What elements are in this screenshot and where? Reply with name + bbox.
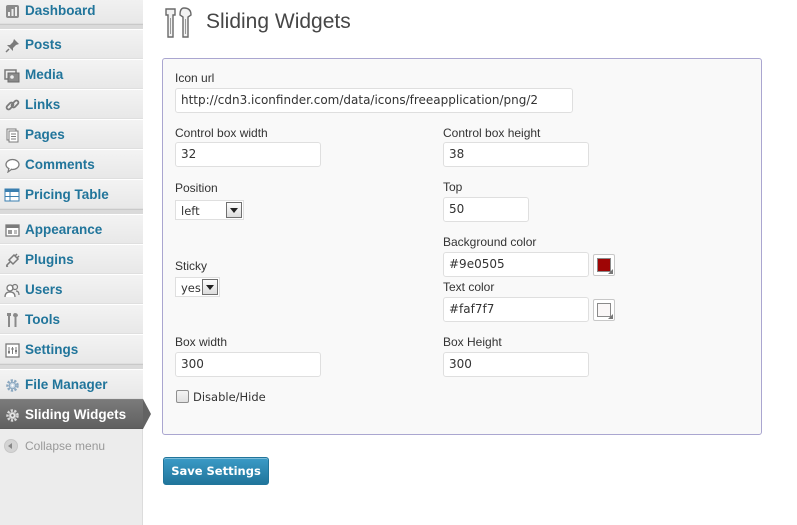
plug-icon bbox=[4, 252, 20, 268]
sidebar-item-pricing-table[interactable]: Pricing Table bbox=[0, 179, 143, 209]
users-icon bbox=[4, 282, 20, 298]
dashboard-icon bbox=[4, 3, 20, 19]
picker-corner-icon bbox=[608, 269, 613, 274]
box-height-input[interactable]: 300 bbox=[443, 352, 589, 377]
sidebar-item-users[interactable]: Users bbox=[0, 274, 143, 304]
sticky-select-value: yes bbox=[181, 281, 201, 295]
sidebar-item-label: Appearance bbox=[25, 222, 103, 237]
tools-icon bbox=[163, 6, 197, 40]
collapse-menu-button[interactable]: Collapse menu bbox=[0, 434, 143, 458]
sidebar-item-label: Settings bbox=[25, 342, 79, 357]
sidebar-item-label: Pages bbox=[25, 127, 65, 142]
control-box-width-label: Control box width bbox=[175, 126, 268, 140]
media-icon bbox=[4, 67, 20, 83]
admin-sidebar: Dashboard Posts Media Links Pages Commen… bbox=[0, 0, 151, 525]
save-settings-button[interactable]: Save Settings bbox=[163, 457, 269, 485]
disable-hide-checkbox[interactable] bbox=[176, 390, 189, 403]
sidebar-item-label: Users bbox=[25, 282, 63, 297]
top-label: Top bbox=[443, 180, 463, 194]
text-color-input[interactable]: #faf7f7 bbox=[443, 297, 589, 322]
sidebar-item-plugins[interactable]: Plugins bbox=[0, 244, 143, 274]
chevron-down-icon[interactable] bbox=[202, 279, 218, 295]
comment-bubble-icon bbox=[4, 157, 20, 173]
sidebar-item-label: Sliding Widgets bbox=[25, 407, 127, 422]
sidebar-item-label: Comments bbox=[25, 157, 95, 172]
sidebar-item-comments[interactable]: Comments bbox=[0, 149, 143, 179]
sticky-label: Sticky bbox=[175, 259, 208, 273]
position-select-value: left bbox=[181, 204, 200, 218]
sticky-select[interactable]: yes bbox=[175, 277, 220, 297]
sidebar-item-label: Pricing Table bbox=[25, 187, 109, 202]
background-color-picker[interactable] bbox=[593, 254, 615, 276]
text-color-picker[interactable] bbox=[593, 299, 615, 321]
table-icon bbox=[4, 187, 20, 203]
sidebar-item-links[interactable]: Links bbox=[0, 89, 143, 119]
box-width-input[interactable]: 300 bbox=[175, 352, 321, 377]
icon-url-label: Icon url bbox=[175, 71, 215, 85]
gear-icon bbox=[4, 377, 20, 393]
collapse-arrow-icon bbox=[4, 439, 18, 453]
sidebar-item-file-manager[interactable]: File Manager bbox=[0, 369, 143, 399]
settings-icon bbox=[4, 342, 20, 358]
background-color-input[interactable]: #9e0505 bbox=[443, 252, 589, 277]
sidebar-item-sliding-widgets[interactable]: Sliding Widgets bbox=[0, 399, 143, 429]
settings-panel: Icon url http://cdn3.iconfinder.com/data… bbox=[162, 58, 762, 435]
sidebar-item-appearance[interactable]: Appearance bbox=[0, 214, 143, 244]
sidebar-item-posts[interactable]: Posts bbox=[0, 29, 143, 59]
sidebar-item-tools[interactable]: Tools bbox=[0, 304, 143, 334]
sidebar-item-label: Links bbox=[25, 97, 61, 112]
control-box-height-label: Control box height bbox=[443, 126, 541, 140]
page-title: Sliding Widgets bbox=[206, 10, 351, 33]
sidebar-item-label: File Manager bbox=[25, 377, 108, 392]
background-color-label: Background color bbox=[443, 235, 537, 249]
link-icon bbox=[4, 97, 20, 113]
sidebar-item-label: Media bbox=[25, 67, 64, 82]
pushpin-icon bbox=[4, 37, 20, 53]
current-menu-pointer bbox=[143, 399, 151, 429]
control-box-height-input[interactable]: 38 bbox=[443, 142, 589, 167]
sidebar-item-pages[interactable]: Pages bbox=[0, 119, 143, 149]
sidebar-item-media[interactable]: Media bbox=[0, 59, 143, 89]
disable-hide-label: Disable/Hide bbox=[193, 390, 266, 404]
pages-icon bbox=[4, 127, 20, 143]
appearance-icon bbox=[4, 222, 20, 238]
box-height-label: Box Height bbox=[443, 335, 502, 349]
top-input[interactable]: 50 bbox=[443, 197, 529, 222]
box-width-label: Box width bbox=[175, 335, 228, 349]
sidebar-item-label: Dashboard bbox=[25, 3, 96, 18]
icon-url-input[interactable]: http://cdn3.iconfinder.com/data/icons/fr… bbox=[175, 88, 573, 113]
sidebar-item-dashboard[interactable]: Dashboard bbox=[0, 0, 143, 24]
text-color-label: Text color bbox=[443, 280, 495, 294]
control-box-width-input[interactable]: 32 bbox=[175, 142, 321, 167]
position-select[interactable]: left bbox=[175, 200, 244, 220]
chevron-down-icon[interactable] bbox=[226, 202, 242, 218]
gear-icon bbox=[4, 407, 20, 423]
sidebar-item-settings[interactable]: Settings bbox=[0, 334, 143, 364]
sidebar-item-label: Plugins bbox=[25, 252, 74, 267]
collapse-menu-label: Collapse menu bbox=[25, 439, 106, 453]
tools-icon bbox=[4, 312, 20, 328]
sidebar-item-label: Tools bbox=[25, 312, 60, 327]
picker-corner-icon bbox=[608, 314, 613, 319]
sidebar-item-label: Posts bbox=[25, 37, 62, 52]
position-label: Position bbox=[175, 181, 218, 195]
